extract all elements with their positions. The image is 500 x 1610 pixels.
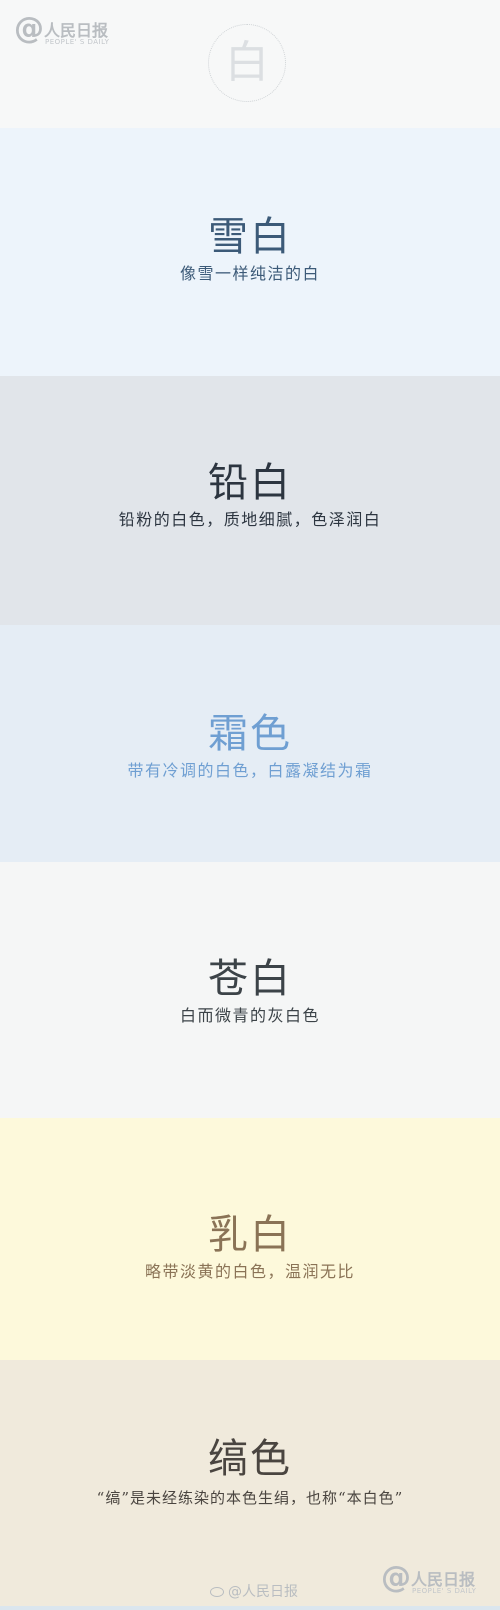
section-title: 铅白: [208, 460, 292, 506]
section-title: 乳白: [208, 1212, 292, 1258]
peoples-daily-logo: @ 人民日报 PEOPLE' S DAILY: [14, 12, 124, 50]
bottom-divider: [0, 1606, 500, 1610]
section-rubai: 乳白 略带淡黄的白色，温润无比: [0, 1118, 500, 1360]
section-subtitle: 铅粉的白色，质地细腻，色泽润白: [118, 510, 382, 529]
section-title: 霜色: [208, 711, 292, 757]
section-cangbai: 苍白 白而微青的灰白色: [0, 862, 500, 1118]
section-subtitle: 略带淡黄的白色，温润无比: [144, 1262, 355, 1281]
logo-english-name: PEOPLE' S DAILY: [412, 1587, 477, 1595]
section-title: 苍白: [208, 956, 292, 1002]
section-subtitle: “缟”是未经练染的本色生绢，也称“本白色”: [96, 1489, 404, 1507]
section-title: 缟色: [208, 1436, 292, 1482]
section-subtitle: 白而微青的灰白色: [179, 1006, 320, 1025]
footer-watermark-text: @人民日报: [228, 1584, 298, 1600]
footer-watermark: @人民日报: [210, 1581, 298, 1601]
logo-at-symbol: @: [14, 11, 44, 46]
emblem-circle: 白: [208, 24, 286, 102]
section-title: 雪白: [208, 214, 292, 260]
section-subtitle: 像雪一样纯洁的白: [179, 264, 320, 283]
section-qianbai: 铅白 铅粉的白色，质地细腻，色泽润白: [0, 376, 500, 625]
section-subtitle: 带有冷调的白色，白露凝结为霜: [127, 761, 373, 780]
section-shuangse: 霜色 带有冷调的白色，白露凝结为霜: [0, 625, 500, 862]
bottom-logo: @ 人民日报 PEOPLE' S DAILY: [381, 1561, 491, 1599]
logo-at-symbol: @: [381, 1560, 411, 1595]
logo-english-name: PEOPLE' S DAILY: [45, 38, 110, 46]
header: @ 人民日报 PEOPLE' S DAILY 白: [0, 0, 500, 128]
weibo-icon: [210, 1587, 224, 1597]
section-xuebai: 雪白 像雪一样纯洁的白: [0, 128, 500, 376]
